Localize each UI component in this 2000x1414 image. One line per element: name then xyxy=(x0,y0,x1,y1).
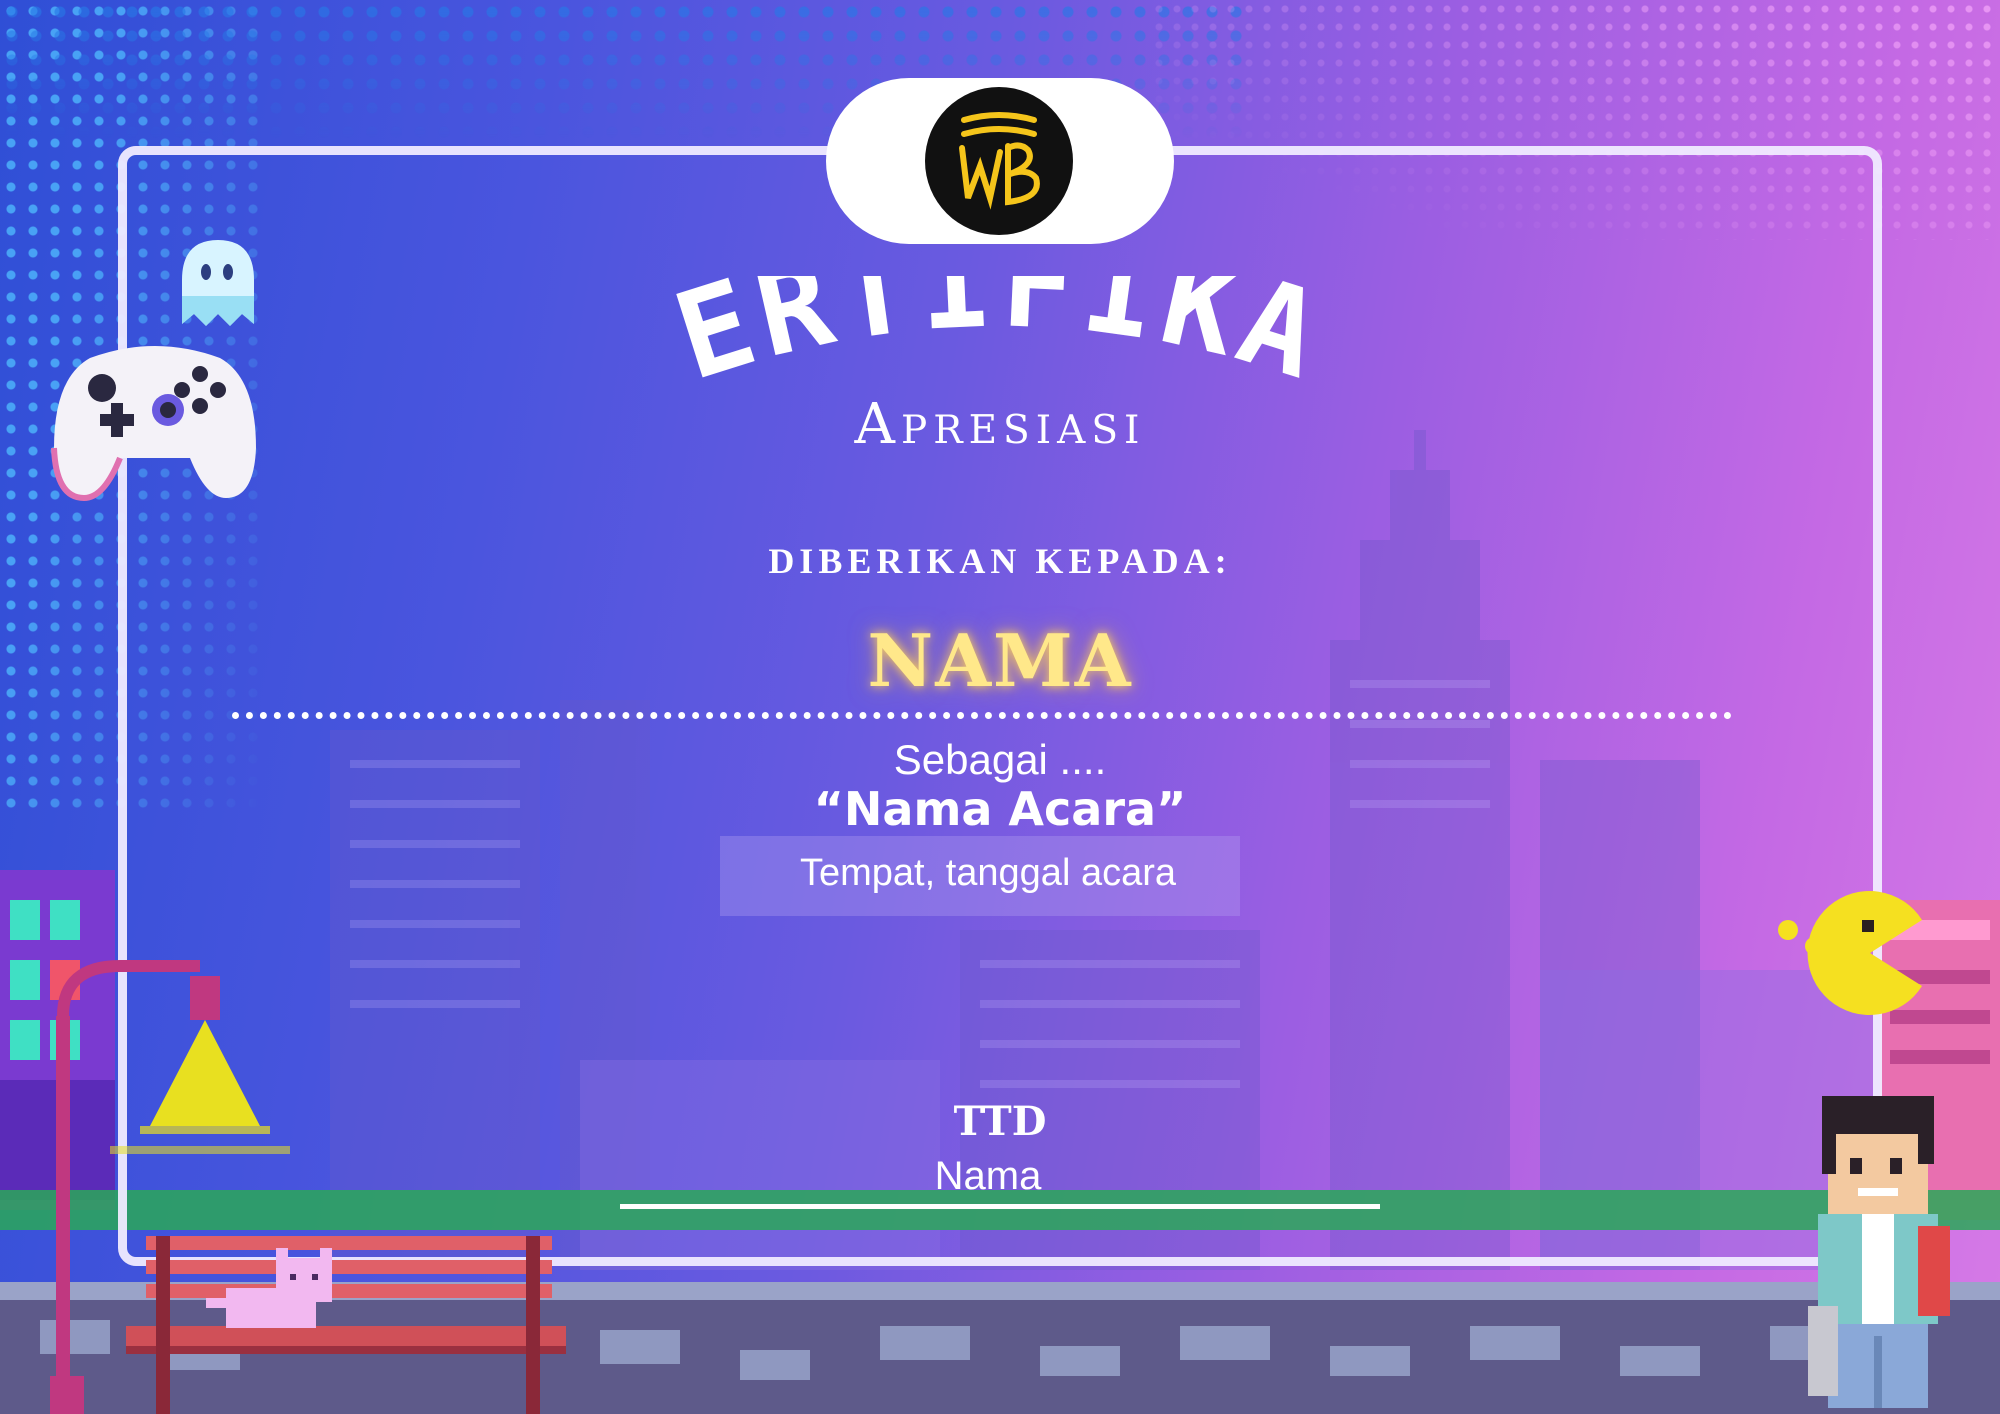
wb-logo-icon xyxy=(925,87,1073,235)
pixel-boy-icon xyxy=(1808,1096,1950,1408)
game-controller-icon xyxy=(51,346,256,502)
event-place-date: Tempat, tanggal acara xyxy=(799,852,1176,894)
certificate-canvas: SERTIFIKAT Apresiasi diberikan kepada: N… xyxy=(0,0,2000,1414)
recipient-name: NAMA xyxy=(867,618,1133,703)
certificate-subtitle: Apresiasi xyxy=(854,392,1146,457)
recipient-role: Sebagai .... xyxy=(893,736,1107,783)
event-name: “Nama Acara” xyxy=(813,782,1187,836)
signature-line xyxy=(620,1204,1380,1209)
pixel-cat-icon xyxy=(206,1248,332,1328)
given-to-label: diberikan kepada: xyxy=(768,541,1232,581)
signature-label: TTD xyxy=(953,1098,1047,1145)
pacman-icon xyxy=(1778,891,1922,1015)
ghost-icon xyxy=(182,240,254,326)
name-dotted-line xyxy=(232,712,1732,719)
